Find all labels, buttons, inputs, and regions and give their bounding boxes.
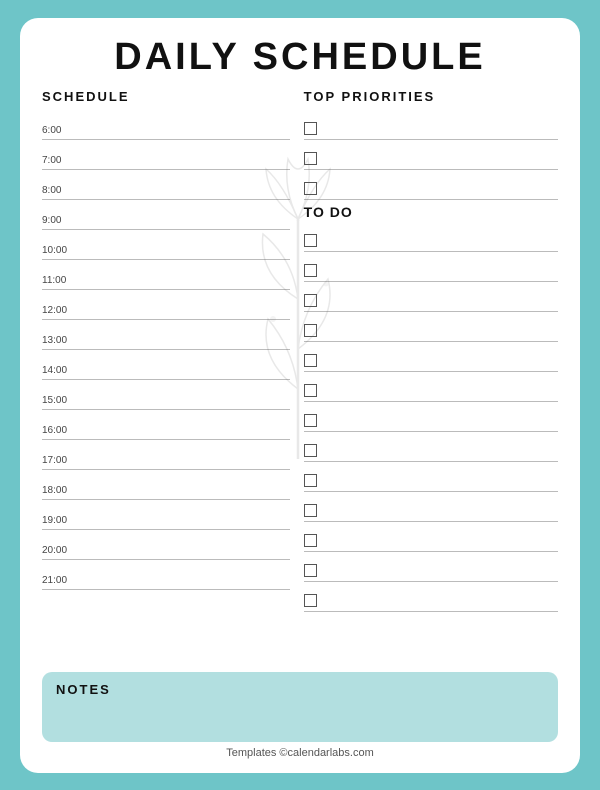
todo-row[interactable] — [304, 222, 558, 252]
priority-checkbox[interactable] — [304, 182, 317, 195]
time-label: 19:00 — [42, 515, 80, 529]
todo-checkbox[interactable] — [304, 414, 317, 427]
todo-row[interactable] — [304, 462, 558, 492]
todo-checkbox[interactable] — [304, 384, 317, 397]
time-label: 12:00 — [42, 305, 80, 319]
time-row[interactable]: 7:00 — [42, 140, 290, 170]
priority-rows — [304, 110, 558, 200]
time-row[interactable]: 13:00 — [42, 320, 290, 350]
time-label: 8:00 — [42, 185, 80, 199]
todo-header: TO DO — [304, 204, 558, 220]
todo-checkbox[interactable] — [304, 354, 317, 367]
todo-row[interactable] — [304, 372, 558, 402]
time-row[interactable]: 10:00 — [42, 230, 290, 260]
todo-row[interactable] — [304, 252, 558, 282]
daily-schedule-page: DAILY SCHEDULE SCHEDULE 6:00 — [20, 18, 580, 773]
time-row[interactable]: 16:00 — [42, 410, 290, 440]
todo-checkbox[interactable] — [304, 564, 317, 577]
todo-checkbox[interactable] — [304, 474, 317, 487]
time-label: 20:00 — [42, 545, 80, 559]
todo-checkbox[interactable] — [304, 264, 317, 277]
priority-row[interactable] — [304, 170, 558, 200]
time-label: 11:00 — [42, 275, 80, 289]
todo-checkbox[interactable] — [304, 324, 317, 337]
time-row[interactable]: 14:00 — [42, 350, 290, 380]
time-label: 13:00 — [42, 335, 80, 349]
notes-section: NOTES — [42, 672, 558, 742]
time-row[interactable]: 9:00 — [42, 200, 290, 230]
todo-checkbox[interactable] — [304, 234, 317, 247]
time-label: 17:00 — [42, 455, 80, 469]
todo-row[interactable] — [304, 282, 558, 312]
todo-rows — [304, 222, 558, 612]
time-row[interactable]: 17:00 — [42, 440, 290, 470]
time-label: 21:00 — [42, 575, 80, 589]
time-rows: 6:00 7:00 8:00 9:00 10:00 11:00 12:00 13… — [42, 110, 290, 590]
time-label: 18:00 — [42, 485, 80, 499]
time-label: 9:00 — [42, 215, 80, 229]
schedule-column: SCHEDULE 6:00 7:00 8:00 9:00 10:00 11:00… — [42, 89, 290, 662]
todo-row[interactable] — [304, 492, 558, 522]
priority-row[interactable] — [304, 110, 558, 140]
todo-row[interactable] — [304, 582, 558, 612]
todo-row[interactable] — [304, 312, 558, 342]
todo-row[interactable] — [304, 402, 558, 432]
footer: Templates ©calendarlabs.com — [42, 747, 558, 759]
time-row[interactable]: 19:00 — [42, 500, 290, 530]
time-label: 7:00 — [42, 155, 80, 169]
priority-checkbox[interactable] — [304, 152, 317, 165]
todo-checkbox[interactable] — [304, 444, 317, 457]
time-row[interactable]: 15:00 — [42, 380, 290, 410]
time-label: 6:00 — [42, 125, 80, 139]
todo-checkbox[interactable] — [304, 504, 317, 517]
todo-row[interactable] — [304, 552, 558, 582]
time-row[interactable]: 11:00 — [42, 260, 290, 290]
time-label: 16:00 — [42, 425, 80, 439]
page-title: DAILY SCHEDULE — [42, 36, 558, 79]
priorities-todo-column: TOP PRIORITIES TO DO — [290, 89, 558, 662]
time-label: 10:00 — [42, 245, 80, 259]
todo-checkbox[interactable] — [304, 594, 317, 607]
notes-header: NOTES — [56, 682, 544, 697]
time-row[interactable]: 12:00 — [42, 290, 290, 320]
time-row[interactable]: 20:00 — [42, 530, 290, 560]
time-row[interactable]: 6:00 — [42, 110, 290, 140]
priorities-header: TOP PRIORITIES — [304, 89, 558, 106]
time-label: 14:00 — [42, 365, 80, 379]
main-columns: SCHEDULE 6:00 7:00 8:00 9:00 10:00 11:00… — [42, 89, 558, 662]
time-label: 15:00 — [42, 395, 80, 409]
schedule-header: SCHEDULE — [42, 89, 290, 106]
priority-row[interactable] — [304, 140, 558, 170]
todo-checkbox[interactable] — [304, 294, 317, 307]
time-row[interactable]: 21:00 — [42, 560, 290, 590]
todo-checkbox[interactable] — [304, 534, 317, 547]
todo-row[interactable] — [304, 432, 558, 462]
todo-row[interactable] — [304, 522, 558, 552]
time-row[interactable]: 8:00 — [42, 170, 290, 200]
todo-row[interactable] — [304, 342, 558, 372]
priority-checkbox[interactable] — [304, 122, 317, 135]
time-row[interactable]: 18:00 — [42, 470, 290, 500]
